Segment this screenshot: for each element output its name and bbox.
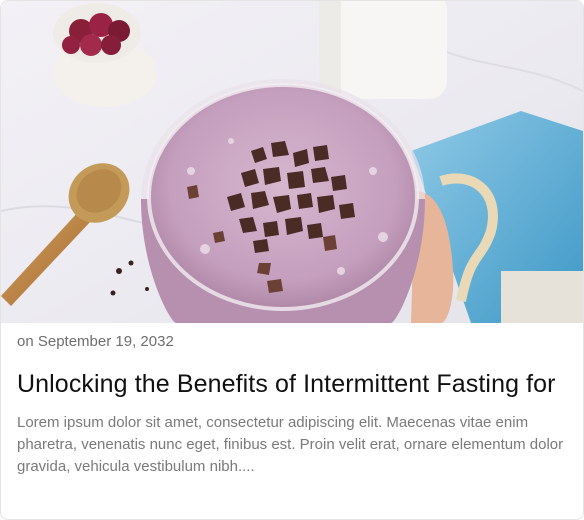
post-title[interactable]: Unlocking the Benefits of Intermittent F… — [17, 368, 569, 401]
blog-post-card[interactable]: on September 19, 2032 Unlocking the Bene… — [0, 0, 584, 520]
post-excerpt: Lorem ipsum dolor sit amet, consectetur … — [17, 414, 564, 475]
post-date: on September 19, 2032 — [17, 333, 174, 350]
post-body: on September 19, 2032 Unlocking the Bene… — [17, 323, 569, 478]
post-featured-image[interactable] — [1, 1, 583, 323]
